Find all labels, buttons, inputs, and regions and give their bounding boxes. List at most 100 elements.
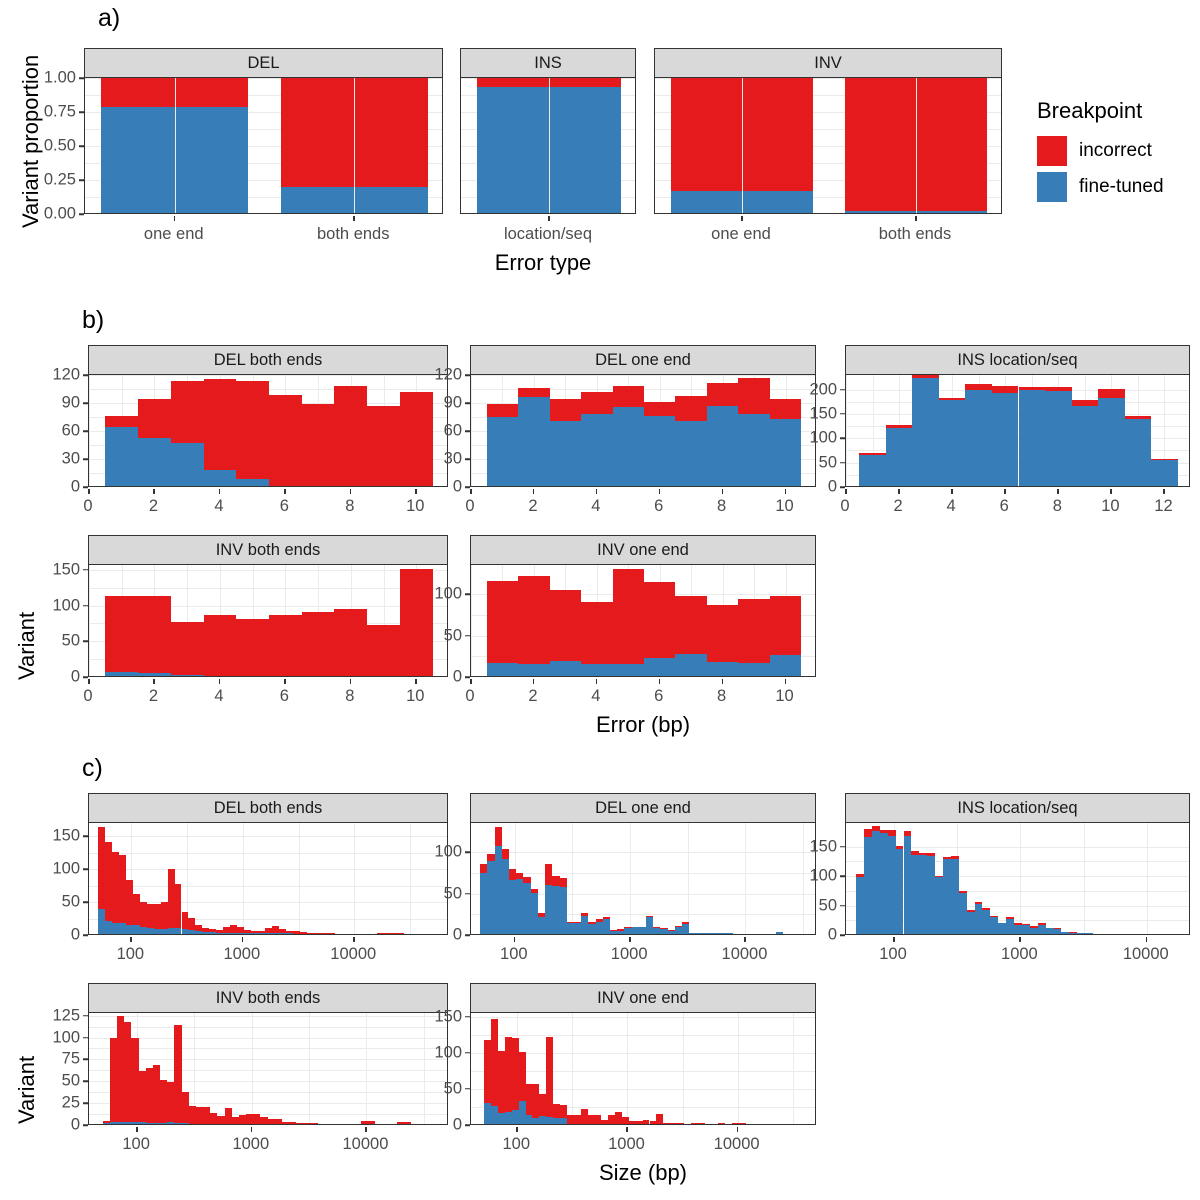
bar-segment-incorrect[interactable]	[656, 1113, 664, 1124]
bar-segment-fine-tuned[interactable]	[938, 399, 966, 486]
histogram-bar[interactable]	[573, 823, 582, 934]
bar-segment-fine-tuned[interactable]	[97, 908, 105, 934]
bar-segment-fine-tuned[interactable]	[1098, 397, 1125, 486]
histogram-bar[interactable]	[299, 823, 307, 934]
histogram-bar[interactable]	[376, 823, 384, 934]
histogram-bar[interactable]	[518, 375, 550, 486]
histogram-bar[interactable]	[559, 1013, 567, 1124]
histogram-bar[interactable]	[739, 1013, 746, 1124]
histogram-bar[interactable]	[306, 823, 314, 934]
bar-segment-fine-tuned[interactable]	[237, 933, 245, 934]
bar-segment-fine-tuned[interactable]	[549, 661, 582, 676]
bar-segment-incorrect[interactable]	[118, 854, 126, 924]
histogram-bar[interactable]	[301, 565, 335, 676]
bar-segment-fine-tuned[interactable]	[689, 933, 697, 934]
histogram-bar[interactable]	[608, 1013, 616, 1124]
histogram-bar[interactable]	[697, 1013, 705, 1124]
bar-segment-fine-tuned[interactable]	[195, 931, 203, 934]
histogram-bar[interactable]	[601, 1013, 609, 1124]
bar-segment-fine-tuned[interactable]	[696, 933, 704, 934]
bar-segment-fine-tuned[interactable]	[160, 1123, 168, 1124]
legend-item-fine-tuned[interactable]: fine-tuned	[1037, 172, 1164, 202]
histogram-bar[interactable]	[938, 375, 966, 486]
bar-segment-fine-tuned[interactable]	[167, 1122, 175, 1124]
histogram-bar[interactable]	[486, 565, 519, 676]
bar-segment-incorrect[interactable]	[675, 595, 707, 655]
histogram-bar[interactable]	[1085, 823, 1094, 934]
histogram-bar[interactable]	[170, 375, 204, 486]
histogram-bar[interactable]	[236, 565, 269, 676]
bar-segment-incorrect[interactable]	[738, 598, 770, 663]
histogram-bar[interactable]	[663, 1013, 671, 1124]
histogram-bar[interactable]	[895, 823, 904, 934]
bar-segment-incorrect[interactable]	[864, 828, 872, 837]
histogram-bar[interactable]	[738, 565, 770, 676]
histogram-bar[interactable]	[303, 1013, 311, 1124]
histogram-bar[interactable]	[202, 823, 210, 934]
bar-segment-incorrect[interactable]	[181, 912, 189, 929]
bar-segment-incorrect[interactable]	[203, 1107, 211, 1124]
bar-segment-fine-tuned[interactable]	[1029, 927, 1038, 934]
histogram-bar[interactable]	[152, 1013, 161, 1124]
bar-segment-incorrect[interactable]	[124, 1021, 132, 1123]
bar-segment-fine-tuned[interactable]	[667, 930, 675, 934]
bar-segment-incorrect[interactable]	[697, 1123, 705, 1124]
bar-segment-fine-tuned[interactable]	[109, 1122, 118, 1124]
histogram-bar[interactable]	[516, 823, 524, 934]
bar-segment-fine-tuned[interactable]	[188, 930, 196, 934]
bar-segment-fine-tuned[interactable]	[624, 928, 632, 934]
histogram-bar[interactable]	[397, 823, 405, 934]
histogram-bar[interactable]	[525, 1013, 533, 1124]
bar-segment-fine-tuned[interactable]	[595, 922, 603, 934]
histogram-bar[interactable]	[188, 1013, 196, 1124]
bar-segment-fine-tuned[interactable]	[265, 933, 273, 934]
histogram-bar[interactable]	[856, 823, 864, 934]
histogram-bar[interactable]	[105, 565, 139, 676]
histogram-bar[interactable]	[581, 565, 613, 676]
bar-segment-fine-tuned[interactable]	[703, 933, 711, 934]
histogram-bar[interactable]	[991, 375, 1019, 486]
histogram-bar[interactable]	[581, 375, 613, 486]
bar-segment-fine-tuned[interactable]	[491, 1105, 498, 1124]
bar-segment-fine-tuned[interactable]	[125, 925, 133, 934]
histogram-bar[interactable]	[223, 823, 231, 934]
histogram-bar[interactable]	[174, 1013, 182, 1124]
bar-segment-incorrect[interactable]	[327, 933, 335, 934]
histogram-bar[interactable]	[486, 375, 519, 486]
histogram-bar[interactable]	[1029, 823, 1038, 934]
bar-segment-fine-tuned[interactable]	[660, 929, 668, 934]
histogram-bar[interactable]	[109, 1013, 118, 1124]
bar-segment-fine-tuned[interactable]	[559, 1118, 567, 1124]
histogram-bar[interactable]	[301, 375, 335, 486]
bar-segment-fine-tuned[interactable]	[138, 438, 171, 486]
bar-segment-fine-tuned[interactable]	[966, 911, 975, 934]
bar-segment-fine-tuned[interactable]	[552, 885, 560, 934]
histogram-bar[interactable]	[327, 823, 335, 934]
histogram-bar[interactable]	[487, 823, 495, 934]
bar-segment-incorrect[interactable]	[644, 402, 676, 416]
bar-segment-incorrect[interactable]	[615, 1111, 622, 1124]
histogram-bar[interactable]	[494, 823, 502, 934]
bar-segment-fine-tuned[interactable]	[223, 932, 231, 934]
histogram-bar[interactable]	[1037, 823, 1046, 934]
histogram-bar[interactable]	[942, 823, 951, 934]
bar-segment-incorrect[interactable]	[125, 879, 133, 926]
histogram-bar[interactable]	[677, 1013, 684, 1124]
histogram-bar[interactable]	[674, 823, 683, 934]
histogram-bar[interactable]	[251, 823, 259, 934]
bar-segment-incorrect[interactable]	[546, 1037, 554, 1117]
bar-segment-incorrect[interactable]	[376, 933, 384, 934]
histogram-bar[interactable]	[530, 823, 538, 934]
bar-segment-incorrect[interactable]	[635, 1121, 643, 1124]
bar-segment-fine-tuned[interactable]	[990, 916, 999, 934]
bar-segment-incorrect[interactable]	[131, 1038, 139, 1123]
bar-segment-fine-tuned[interactable]	[644, 657, 676, 676]
bar-segment-incorrect[interactable]	[511, 1038, 519, 1110]
histogram-bar[interactable]	[537, 823, 546, 934]
histogram-bar[interactable]	[1021, 823, 1030, 934]
bar-segment-fine-tuned[interactable]	[124, 1122, 132, 1124]
histogram-bar[interactable]	[296, 1013, 304, 1124]
histogram-bar[interactable]	[587, 1013, 595, 1124]
bar-segment-fine-tuned[interactable]	[494, 846, 502, 934]
bar-segment-fine-tuned[interactable]	[935, 876, 943, 934]
